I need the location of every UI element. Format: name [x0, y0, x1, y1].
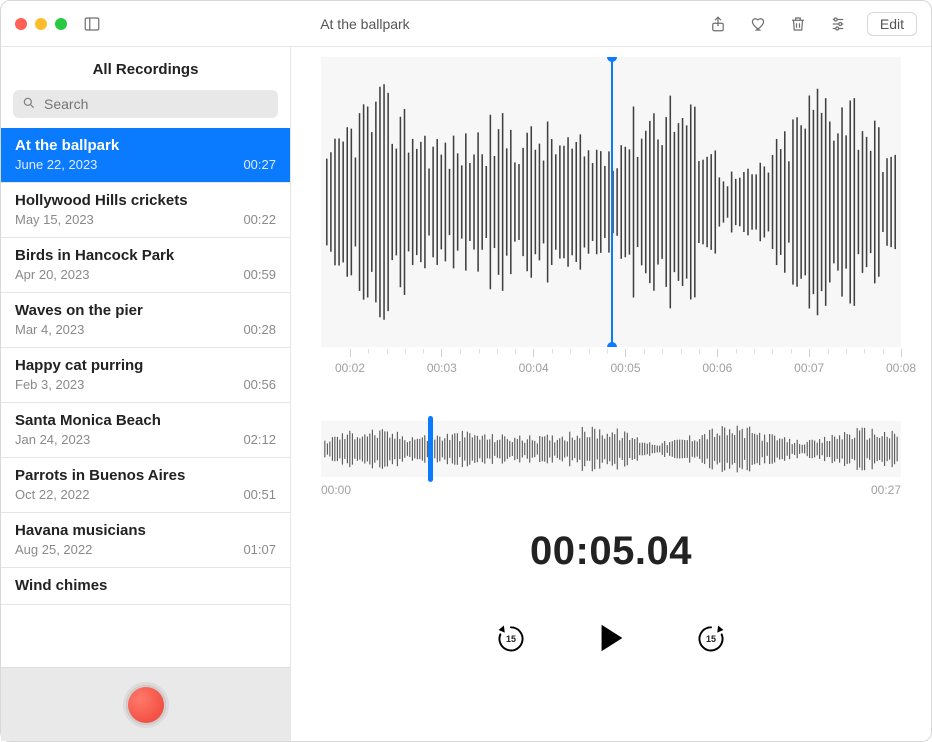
ruler-tick: 00:06 [702, 349, 732, 375]
play-button[interactable] [589, 616, 633, 660]
recording-duration: 00:28 [243, 322, 276, 337]
overview-end-time: 00:27 [871, 483, 901, 497]
recording-date: Oct 22, 2022 [15, 487, 89, 502]
recording-row[interactable]: Havana musicians Aug 25, 2022 01:07 [1, 513, 290, 568]
recording-duration: 00:56 [243, 377, 276, 392]
recording-date: May 15, 2023 [15, 212, 94, 227]
ruler-tick: 00:02 [335, 349, 365, 375]
recording-duration: 00:51 [243, 487, 276, 502]
playhead[interactable] [611, 57, 613, 347]
recording-title: Hollywood Hills crickets [15, 192, 276, 209]
search-field[interactable] [13, 90, 278, 118]
window-title: At the ballpark [117, 16, 693, 32]
ruler-tick: 00:07 [794, 349, 824, 375]
waveform-overview[interactable] [321, 421, 901, 477]
time-ruler: 00:0200:0300:0400:0500:0600:0700:08 [321, 349, 901, 385]
recording-duration: 00:27 [243, 157, 276, 172]
recording-title: Waves on the pier [15, 302, 276, 319]
trash-button[interactable] [787, 13, 809, 35]
recording-row[interactable]: Wind chimes [1, 568, 290, 605]
edit-button[interactable]: Edit [867, 12, 917, 36]
recording-row[interactable]: Hollywood Hills crickets May 15, 2023 00:2… [1, 183, 290, 238]
recording-title: Parrots in Buenos Aires [15, 467, 276, 484]
recording-row[interactable]: At the ballpark June 22, 2023 00:27 [1, 128, 290, 183]
recording-title: Happy cat purring [15, 357, 276, 374]
recording-title: Santa Monica Beach [15, 412, 276, 429]
window-minimize-button[interactable] [35, 18, 47, 30]
waveform-zoom[interactable] [321, 57, 901, 347]
recording-row[interactable]: Santa Monica Beach Jan 24, 2023 02:12 [1, 403, 290, 458]
window-close-button[interactable] [15, 18, 27, 30]
ruler-tick: 00:08 [886, 349, 916, 375]
skip-back-button[interactable]: 15 [493, 620, 529, 656]
settings-button[interactable] [827, 13, 849, 35]
search-icon [22, 96, 36, 113]
recording-duration: 00:59 [243, 267, 276, 282]
current-time-display: 00:05.04 [321, 529, 901, 574]
recording-row[interactable]: Parrots in Buenos Aires Oct 22, 2022 00:51 [1, 458, 290, 513]
record-button[interactable] [123, 682, 169, 728]
skip-forward-button[interactable]: 15 [693, 620, 729, 656]
favorite-button[interactable] [747, 13, 769, 35]
recording-date: Aug 25, 2022 [15, 542, 92, 557]
recording-detail: 00:02 00:03 00:04 00:05 00:06 00:07 00:08 00:0… [291, 47, 931, 741]
recording-date: Mar 4, 2023 [15, 322, 84, 337]
recording-date: Jan 24, 2023 [15, 432, 90, 447]
ruler-tick: 00:03 [427, 349, 457, 375]
search-input[interactable] [42, 95, 269, 113]
recording-duration: 01:07 [243, 542, 276, 557]
recording-row[interactable]: Happy cat purring Feb 3, 2023 00:56 [1, 348, 290, 403]
recordings-list[interactable]: At the ballpark June 22, 2023 00:27 Hollywo… [1, 128, 290, 667]
recording-title: At the ballpark [15, 137, 276, 154]
ruler-tick: 00:05 [610, 349, 640, 375]
overview-start-time: 00:00 [321, 483, 351, 497]
share-button[interactable] [707, 13, 729, 35]
ruler-tick: 00:04 [519, 349, 549, 375]
recording-date: June 22, 2023 [15, 157, 97, 172]
recording-title: Wind chimes [15, 577, 276, 594]
recording-title: Havana musicians [15, 522, 276, 539]
recording-title: Birds in Hancock Park [15, 247, 276, 264]
window-zoom-button[interactable] [55, 18, 67, 30]
recording-duration: 00:22 [243, 212, 276, 227]
recording-date: Feb 3, 2023 [15, 377, 84, 392]
toggle-sidebar-button[interactable] [81, 13, 103, 35]
recording-row[interactable]: Waves on the pier Mar 4, 2023 00:28 [1, 293, 290, 348]
sidebar-header: All Recordings [1, 47, 290, 90]
recording-date: Apr 20, 2023 [15, 267, 89, 282]
recordings-sidebar: All Recordings At the ballpark June 22, 2… [1, 47, 291, 741]
overview-playhead[interactable] [428, 416, 433, 482]
recording-row[interactable]: Birds in Hancock Park Apr 20, 2023 00:59 [1, 238, 290, 293]
recording-duration: 02:12 [243, 432, 276, 447]
